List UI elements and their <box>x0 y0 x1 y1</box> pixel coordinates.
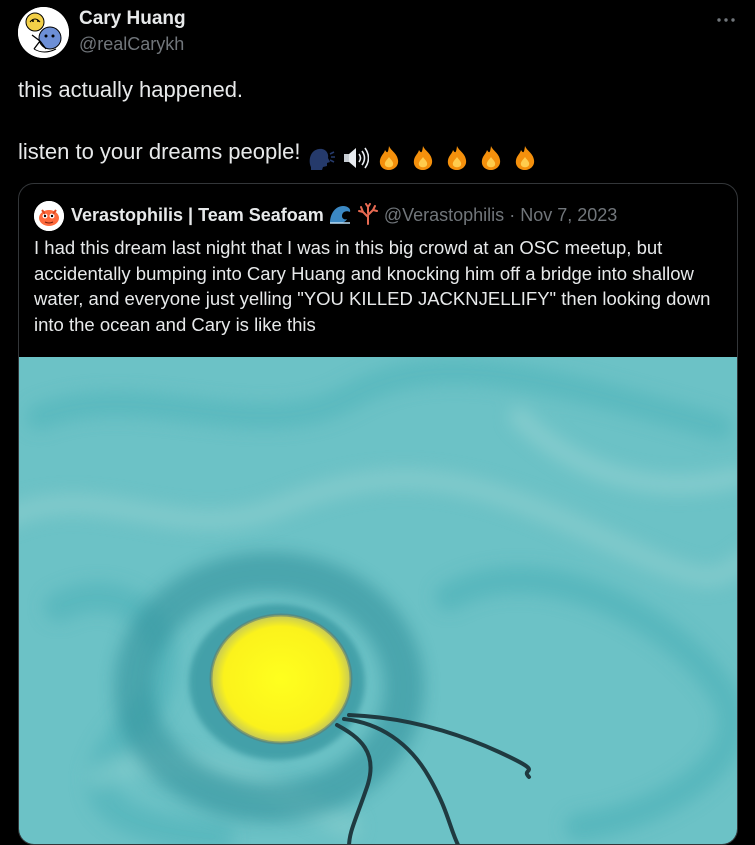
fire-icon <box>379 146 398 171</box>
fire-icon <box>516 146 535 171</box>
quoted-author-handle[interactable]: @Verastophilis <box>384 205 504 225</box>
quoted-image[interactable] <box>19 357 737 844</box>
author-avatar[interactable] <box>18 7 69 58</box>
quoted-text: I had this dream last night that I was i… <box>34 237 711 335</box>
ellipsis-icon[interactable] <box>714 8 738 32</box>
author-handle[interactable]: @realCarykh <box>79 34 184 55</box>
quoted-badges <box>328 203 379 230</box>
quoted-tweet[interactable]: Verastophilis | Team Seafoam @Verastophi… <box>18 183 738 845</box>
tweet-text-line-1: this actually happened. <box>18 77 244 102</box>
quoted-header: Verastophilis | Team Seafoam @Verastophi… <box>71 203 617 230</box>
tweet-text-line-2: listen to your dreams people! <box>18 139 738 171</box>
author-name[interactable]: Cary Huang <box>79 8 186 30</box>
fire-icon <box>413 146 433 171</box>
wave-icon <box>329 206 351 224</box>
separator-dot: · <box>509 205 516 225</box>
emoji-row <box>307 144 540 171</box>
speaking-head-icon <box>309 149 335 171</box>
fire-icon <box>447 146 467 171</box>
quoted-date[interactable]: Nov 7, 2023 <box>520 205 617 225</box>
coral-icon <box>357 203 378 225</box>
speaker-loud-icon <box>343 147 369 169</box>
tweet: Cary Huang @realCarykh this actually hap… <box>0 0 755 845</box>
quoted-author-avatar[interactable] <box>34 201 64 231</box>
fire-icon <box>481 146 501 171</box>
tweet-text-line-2-text: listen to your dreams people! <box>18 139 301 164</box>
quoted-author-name[interactable]: Verastophilis | Team Seafoam <box>71 205 324 225</box>
